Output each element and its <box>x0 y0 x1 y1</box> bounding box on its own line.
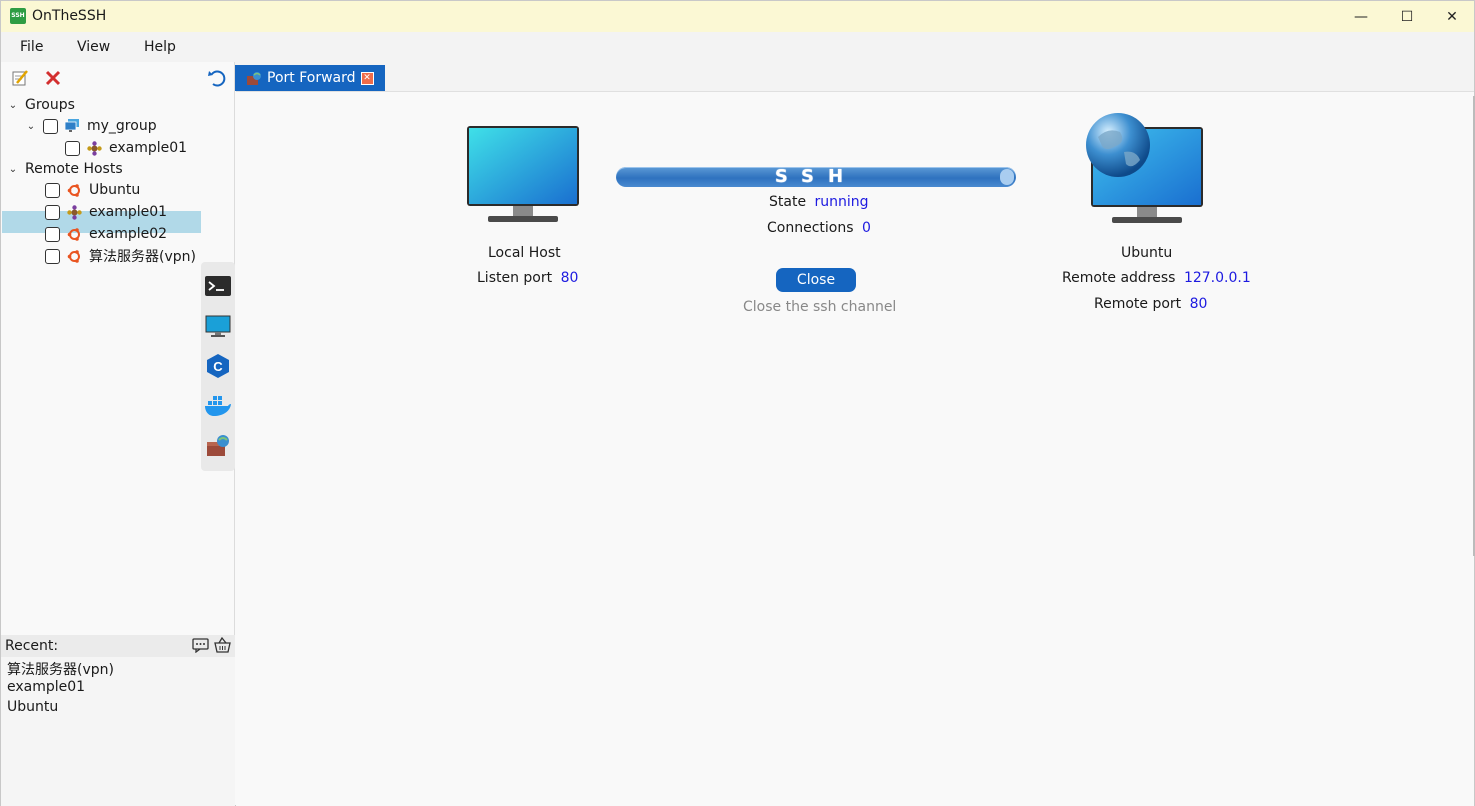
c-language-icon[interactable]: C <box>204 350 232 382</box>
remote-port-value: 80 <box>1189 296 1208 312</box>
chevron-down-icon[interactable]: ⌄ <box>7 164 19 175</box>
basket-clear-icon[interactable] <box>214 636 231 657</box>
tree-label-host: example01 <box>89 204 168 220</box>
refresh-icon[interactable] <box>207 68 227 88</box>
recent-header: Recent: <box>1 635 235 657</box>
window-title: OnTheSSH <box>32 8 107 24</box>
remote-address-row: Remote address 127.0.0.1 <box>1062 270 1251 286</box>
tree-node-host-example01[interactable]: example01 <box>45 201 167 223</box>
svg-text:C: C <box>213 359 223 374</box>
host-checkbox[interactable] <box>45 204 60 220</box>
remote-address-label: Remote address <box>1062 270 1176 286</box>
app-logo-icon: SSH <box>10 8 26 24</box>
menu-bar: File View Help <box>1 32 1474 62</box>
remote-host-globe-monitor-icon <box>1084 112 1208 231</box>
listen-port-row: Listen port 80 <box>477 270 578 286</box>
recent-label: Recent: <box>5 638 59 654</box>
state-row: State running <box>769 194 869 210</box>
chevron-down-icon[interactable]: ⌄ <box>7 100 19 111</box>
local-host-monitor-icon <box>466 125 580 229</box>
host-checkbox[interactable] <box>45 182 60 198</box>
tree-label-host: Ubuntu <box>89 182 141 198</box>
sidebar: ⌄ Groups ⌄ my_group example01 ⌄ Remote H… <box>1 62 235 806</box>
connections-value: 0 <box>861 220 871 236</box>
menu-view[interactable]: View <box>77 39 110 55</box>
tunnel-endcap <box>1000 169 1014 185</box>
ubuntu-icon <box>67 183 82 198</box>
tree-label-group-example01: example01 <box>109 140 188 156</box>
group-computer-icon <box>65 119 80 134</box>
linux-distro-icon <box>87 140 102 156</box>
local-host-title: Local Host <box>488 245 561 261</box>
close-hint: Close the ssh channel <box>743 299 897 315</box>
remote-address-value: 127.0.0.1 <box>1183 270 1251 286</box>
tree-node-groups[interactable]: ⌄ Groups <box>7 94 75 116</box>
comment-icon[interactable] <box>192 638 209 657</box>
host-checkbox[interactable] <box>45 226 60 242</box>
sidebar-toolbar <box>1 62 235 94</box>
port-forward-icon <box>246 71 262 86</box>
desktop-icon[interactable] <box>204 310 232 342</box>
port-forward-icon[interactable] <box>204 430 232 462</box>
tree-node-group-example01[interactable]: example01 <box>65 137 187 159</box>
remote-host-title: Ubuntu <box>1121 245 1173 261</box>
menu-file[interactable]: File <box>20 39 43 55</box>
tree-label-host: example02 <box>89 226 168 242</box>
tree-node-my-group[interactable]: ⌄ my_group <box>25 115 157 137</box>
tree-label-remote-hosts: Remote Hosts <box>25 161 123 177</box>
ssh-tunnel-bar: SSH <box>616 167 1016 187</box>
app-window: SSH OnTheSSH — ☐ ✕ File View Help ⌄ Grou… <box>0 0 1475 806</box>
recent-item[interactable]: Ubuntu <box>7 699 58 715</box>
connections-label: Connections <box>767 220 854 236</box>
session-tool-strip: C <box>201 262 235 471</box>
remote-port-row: Remote port 80 <box>1094 296 1207 312</box>
minimize-button[interactable]: — <box>1338 1 1384 32</box>
host-checkbox[interactable] <box>65 140 80 156</box>
tree-label-host: 算法服务器(vpn) <box>89 249 196 265</box>
chevron-down-icon[interactable]: ⌄ <box>25 121 37 132</box>
title-bar: SSH OnTheSSH — ☐ ✕ <box>1 1 1474 32</box>
maximize-button[interactable]: ☐ <box>1384 1 1430 32</box>
port-forward-panel: Local Host Listen port 80 SSH State runn… <box>236 91 1474 806</box>
connections-row: Connections 0 <box>767 220 871 236</box>
host-checkbox[interactable] <box>45 248 60 264</box>
docker-icon[interactable] <box>204 390 232 422</box>
tree-node-host-ubuntu[interactable]: Ubuntu <box>45 179 140 201</box>
recent-item[interactable]: 算法服务器(vpn) <box>7 659 114 679</box>
tree-node-remote-hosts[interactable]: ⌄ Remote Hosts <box>7 158 123 180</box>
recent-panel: Recent: 算法服务器(vpn) example01 Ubuntu <box>1 635 235 806</box>
tree-label-my-group: my_group <box>87 118 157 134</box>
state-label: State <box>769 194 807 210</box>
ubuntu-icon <box>67 249 82 264</box>
tab-close-icon[interactable]: ✕ <box>360 71 374 85</box>
tree-label-groups: Groups <box>25 97 75 113</box>
delete-icon[interactable] <box>43 68 63 88</box>
tree-node-host-example02[interactable]: example02 <box>45 223 167 245</box>
ubuntu-icon <box>67 227 82 242</box>
state-value: running <box>814 194 869 210</box>
remote-port-label: Remote port <box>1094 296 1182 312</box>
ssh-tunnel-label: SSH <box>774 166 858 187</box>
tree-node-host-vpn[interactable]: 算法服务器(vpn) <box>45 245 196 267</box>
close-channel-button[interactable]: Close <box>776 268 856 292</box>
edit-icon[interactable] <box>10 68 30 88</box>
linux-distro-icon <box>67 204 82 220</box>
terminal-icon[interactable] <box>204 270 232 302</box>
listen-port-value: 80 <box>560 270 579 286</box>
listen-port-label: Listen port <box>477 270 553 286</box>
tab-label: Port Forward <box>267 70 356 86</box>
close-window-button[interactable]: ✕ <box>1429 1 1475 32</box>
tab-bar: Port Forward ✕ <box>235 62 1474 91</box>
tab-port-forward[interactable]: Port Forward ✕ <box>235 65 385 91</box>
recent-item[interactable]: example01 <box>7 679 85 695</box>
host-tree: ⌄ Groups ⌄ my_group example01 ⌄ Remote H… <box>1 94 235 634</box>
menu-help[interactable]: Help <box>144 39 176 55</box>
group-checkbox[interactable] <box>43 118 58 134</box>
